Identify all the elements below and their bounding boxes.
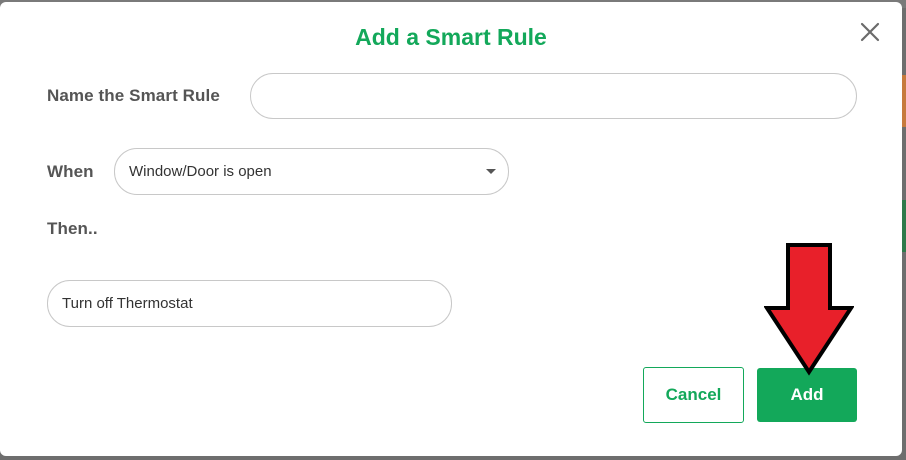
- close-button[interactable]: [858, 20, 882, 44]
- dropdown-caret-icon: [486, 169, 496, 174]
- then-label: Then..: [47, 219, 98, 238]
- close-icon: [860, 22, 880, 42]
- dialog-title: Add a Smart Rule: [355, 24, 547, 50]
- cancel-button[interactable]: Cancel: [643, 367, 744, 423]
- then-action-value: Turn off Thermostat: [62, 295, 193, 312]
- when-label: When: [47, 162, 94, 181]
- when-selected-value: Window/Door is open: [129, 163, 272, 180]
- rule-name-label: Name the Smart Rule: [47, 86, 220, 105]
- rule-name-input[interactable]: [250, 73, 857, 119]
- add-button[interactable]: Add: [757, 368, 857, 422]
- when-condition-select[interactable]: Window/Door is open: [114, 148, 509, 195]
- add-smart-rule-dialog: Add a Smart Rule Name the Smart Rule Whe…: [0, 2, 902, 456]
- then-action-field[interactable]: Turn off Thermostat: [47, 280, 452, 327]
